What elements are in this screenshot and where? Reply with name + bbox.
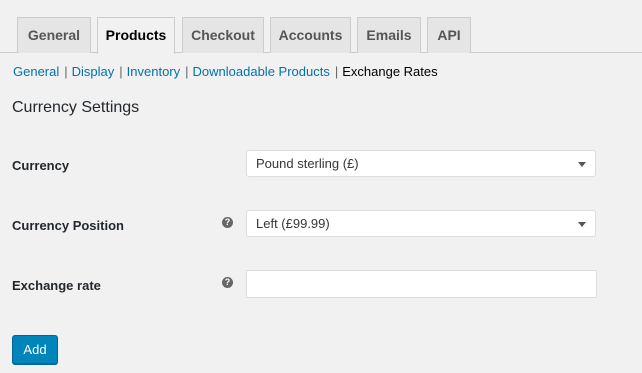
tab-accounts[interactable]: Accounts (270, 17, 351, 53)
subnav-link-inventory[interactable]: Inventory (127, 64, 180, 79)
currency-position-select[interactable]: Left (£99.99) (246, 210, 596, 237)
currency-position-select-value: Left (£99.99) (256, 216, 330, 231)
tab-emails[interactable]: Emails (357, 17, 421, 53)
tab-checkout[interactable]: Checkout (182, 17, 264, 53)
products-subnav: General | Display | Inventory | Downloadable P… (13, 63, 438, 81)
subnav-separator: | (334, 64, 339, 79)
exchange-rate-input[interactable] (246, 270, 597, 298)
subnav-separator: | (185, 64, 189, 79)
subnav-link-general[interactable]: General (13, 64, 59, 79)
tab-api[interactable]: API (427, 17, 471, 53)
currency-position-label: Currency Position (12, 218, 124, 233)
help-icon: ? (222, 217, 233, 228)
tab-products[interactable]: Products (97, 17, 175, 54)
subnav-separator: | (64, 64, 68, 79)
chevron-down-icon (578, 162, 586, 167)
chevron-down-icon (578, 222, 586, 227)
section-title: Currency Settings (12, 99, 140, 116)
subnav-separator: | (119, 64, 123, 79)
help-icon: ? (222, 277, 233, 288)
tab-general[interactable]: General (17, 17, 91, 53)
exchange-rate-label: Exchange rate (12, 278, 101, 293)
add-button[interactable]: Add (12, 335, 58, 364)
currency-select-value: Pound sterling (£) (256, 156, 359, 171)
subnav-link-downloadable-products[interactable]: Downloadable Products (193, 64, 330, 79)
subnav-current-exchange-rates: Exchange Rates (342, 64, 438, 79)
subnav-link-display[interactable]: Display (72, 64, 115, 79)
currency-label: Currency (12, 158, 70, 173)
currency-select[interactable]: Pound sterling (£) (246, 150, 596, 177)
settings-tabs: General Products Checkout Accounts Email… (0, 0, 642, 54)
